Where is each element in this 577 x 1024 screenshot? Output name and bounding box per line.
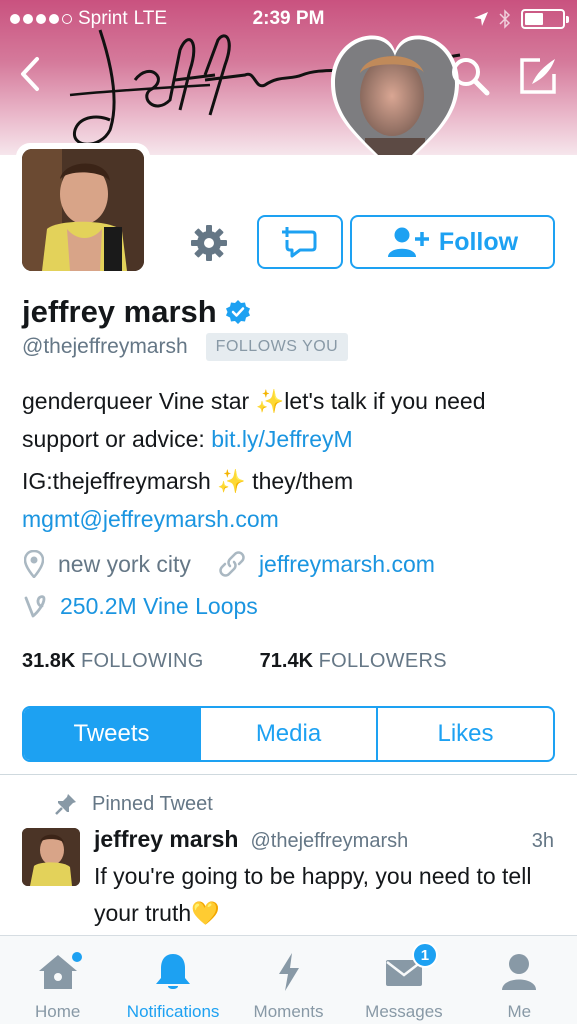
profile-meta-row: new york city jeffreymarsh.com [24, 550, 435, 578]
bio-line-4: mgmt@jeffreymarsh.com [22, 500, 562, 538]
vine-icon [24, 594, 46, 617]
bluetooth-icon [499, 9, 511, 29]
search-button[interactable] [446, 52, 494, 100]
bio-text: IG:thejeffreymarsh [22, 468, 218, 494]
followers-label: FOLLOWERS [318, 650, 447, 672]
sparkles-emoji: ✨ [217, 468, 246, 494]
section-divider [0, 774, 577, 775]
location-pin-icon [24, 550, 44, 578]
profile-bio: genderqueer Vine star ✨let's talk if you… [22, 382, 562, 538]
person-icon [502, 954, 537, 990]
tab-label: Home [35, 1002, 81, 1021]
followers-count[interactable]: 71.4K FOLLOWERS [260, 650, 447, 673]
profile-name: jeffrey marsh [22, 294, 217, 329]
lightning-icon [278, 953, 299, 991]
bio-link[interactable]: bit.ly/JeffreyM [211, 426, 352, 452]
tabbar-moments[interactable]: Moments [231, 936, 346, 1024]
bio-line-3: IG:thejeffreymarsh ✨ they/them [22, 462, 562, 500]
settings-button[interactable] [188, 222, 230, 264]
following-number: 31.8K [22, 650, 76, 672]
tabbar-home[interactable]: Home [0, 936, 115, 1024]
follow-label: Follow [438, 227, 519, 256]
tab-likes[interactable]: Likes [376, 708, 553, 760]
gear-icon [191, 225, 227, 261]
tweet-text: If you're going to be happy, you need to… [94, 863, 532, 926]
bio-text: support or advice: [22, 426, 212, 452]
following-label: FOLLOWING [80, 650, 204, 672]
website[interactable]: jeffreymarsh.com [219, 551, 435, 578]
tweet-header: jeffrey marsh @thejeffreymarsh 3h [94, 826, 554, 853]
battery-icon [521, 9, 569, 29]
direct-message-button[interactable] [257, 215, 343, 269]
vine-loops-text[interactable]: 250.2M Vine Loops [60, 593, 258, 620]
location-arrow-icon [474, 12, 488, 26]
new-content-dot [71, 952, 82, 962]
bio-line-1: genderqueer Vine star ✨let's talk if you… [22, 382, 562, 420]
followers-number: 71.4K [259, 650, 314, 672]
messages-badge: 1 [411, 942, 438, 968]
sparkles-emoji: ✨ [255, 388, 285, 414]
following-count[interactable]: 31.8K FOLLOWING [22, 650, 204, 673]
tweet-author-handle[interactable]: @thejeffreymarsh [250, 830, 408, 853]
compose-button[interactable] [514, 52, 562, 100]
yellow-heart-emoji: 💛 [191, 900, 220, 926]
profile-handle: @thejeffreymarsh [22, 335, 188, 358]
tab-label: Me [507, 1002, 532, 1021]
back-button[interactable] [6, 50, 54, 98]
follow-counts: 31.8K FOLLOWING 71.4K FOLLOWERS [22, 650, 447, 673]
bell-icon [156, 954, 191, 989]
pinned-tweet-text: Pinned Tweet [92, 792, 213, 815]
add-user-icon [387, 227, 429, 257]
location: new york city [24, 550, 191, 578]
profile-tabs: Tweets Media Likes [22, 706, 555, 762]
bio-text: they/them [245, 468, 354, 494]
follow-button[interactable]: Follow [350, 215, 555, 269]
location-text: new york city [58, 550, 191, 577]
tab-label: Notifications [126, 1002, 220, 1021]
search-icon [452, 58, 490, 96]
avatar-photo [22, 149, 144, 271]
tweet-body[interactable]: If you're going to be happy, you need to… [94, 858, 554, 932]
tabbar-me[interactable]: Me [462, 936, 577, 1024]
tweet-avatar-photo [22, 828, 80, 886]
vine-loops[interactable]: 250.2M Vine Loops [24, 593, 258, 620]
profile-banner: Sprint LTE 2:39 PM [0, 0, 577, 155]
tweet-timestamp: 3h [531, 830, 554, 852]
tabbar-notifications[interactable]: Notifications [115, 936, 230, 1024]
bottom-tab-bar: Home Notifications Moments 1 Messages Me [0, 935, 577, 1024]
heart-photo [331, 35, 459, 155]
pin-icon [55, 794, 76, 815]
profile-name-row: jeffrey marsh [22, 294, 251, 330]
tabbar-messages[interactable]: 1 Messages [346, 936, 461, 1024]
bio-text: let's talk if you need [284, 388, 486, 414]
verified-badge-icon [225, 300, 250, 324]
follows-you-badge: FOLLOWS YOU [205, 333, 349, 361]
status-bar: Sprint LTE 2:39 PM [0, 0, 577, 40]
website-link[interactable]: jeffreymarsh.com [259, 551, 435, 578]
pinned-tweet-label: Pinned Tweet [54, 792, 213, 816]
tab-tweets[interactable]: Tweets [24, 708, 199, 760]
profile-avatar[interactable] [16, 143, 150, 277]
link-icon [219, 551, 245, 577]
chevron-left-icon [21, 57, 39, 91]
bio-email-link[interactable]: mgmt@jeffreymarsh.com [22, 506, 279, 532]
tab-label: Messages [365, 1002, 443, 1021]
profile-handle-row: @thejeffreymarsh FOLLOWS YOU [22, 333, 349, 361]
tab-media[interactable]: Media [199, 708, 376, 760]
tab-label: Moments [253, 1002, 324, 1021]
bio-text: genderqueer Vine star [22, 388, 256, 414]
tweet-avatar[interactable] [22, 828, 80, 886]
tweet-author-name[interactable]: jeffrey marsh [94, 826, 238, 853]
bio-line-2: support or advice: bit.ly/JeffreyM [22, 420, 562, 458]
vine-loops-row: 250.2M Vine Loops [24, 593, 258, 620]
compose-icon [520, 58, 556, 94]
direct-message-icon [282, 227, 317, 258]
